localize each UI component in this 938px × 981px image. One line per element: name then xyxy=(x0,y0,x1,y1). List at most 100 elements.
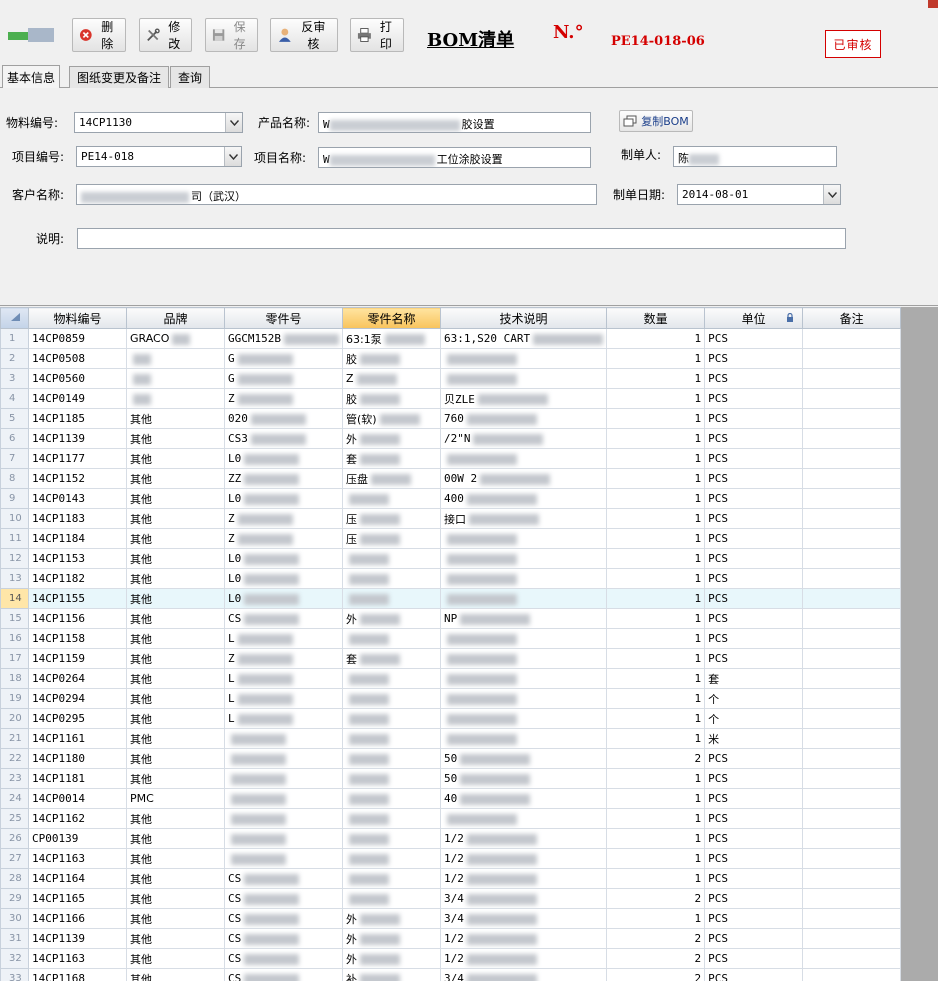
row-number[interactable]: 14 xyxy=(0,588,29,609)
table-row[interactable]: 19 14CP0294 其他 L 1 个 xyxy=(0,688,902,709)
cell-unit[interactable]: PCS xyxy=(704,468,804,489)
copy-bom-button[interactable]: 复制BOM xyxy=(619,110,693,132)
cell-tech[interactable]: 1/2 xyxy=(439,828,608,849)
row-number[interactable]: 23 xyxy=(0,768,29,789)
cell-remark[interactable] xyxy=(802,608,902,629)
cell-code[interactable]: 14CP0295 xyxy=(28,708,127,729)
cell-remark[interactable] xyxy=(802,828,902,849)
col-header-part-name[interactable]: 零件名称 xyxy=(341,307,441,329)
cell-qty[interactable]: 2 xyxy=(606,968,706,981)
table-row[interactable]: 1 14CP0859 GRACO GGCM152B 63:1泵 63:1,S20 CART… xyxy=(0,328,902,349)
cell-name[interactable] xyxy=(341,688,441,709)
cell-remark[interactable] xyxy=(802,928,902,949)
col-header-tech-spec[interactable]: 技术说明 xyxy=(439,307,608,329)
cell-name[interactable] xyxy=(341,768,441,789)
table-row[interactable]: 4 14CP0149 Z 胶贝ZLE 1 PCS xyxy=(0,388,902,409)
col-header-brand[interactable]: 品牌 xyxy=(126,307,225,329)
cell-qty[interactable]: 1 xyxy=(606,448,706,469)
cell-part[interactable]: L xyxy=(224,688,343,709)
cell-qty[interactable]: 2 xyxy=(606,748,706,769)
row-number[interactable]: 2 xyxy=(0,348,29,369)
row-number[interactable]: 30 xyxy=(0,908,29,929)
row-number[interactable]: 28 xyxy=(0,868,29,889)
cell-qty[interactable]: 1 xyxy=(606,808,706,829)
cell-remark[interactable] xyxy=(802,748,902,769)
table-row[interactable]: 9 14CP0143 其他 L0 400 1 PCS xyxy=(0,488,902,509)
cell-part[interactable]: L0 xyxy=(224,568,343,589)
cell-part[interactable] xyxy=(224,728,343,749)
cell-tech[interactable] xyxy=(439,628,608,649)
cell-tech[interactable] xyxy=(439,688,608,709)
table-row[interactable]: 6 14CP1139 其他 CS3 外/2"N 1 PCS xyxy=(0,428,902,449)
cell-code[interactable]: 14CP1156 xyxy=(28,608,127,629)
col-header-quantity[interactable]: 数量 xyxy=(606,307,706,329)
cell-remark[interactable] xyxy=(802,848,902,869)
chevron-down-icon[interactable] xyxy=(823,185,840,204)
cell-brand[interactable]: 其他 xyxy=(126,728,225,749)
cell-code[interactable]: 14CP1158 xyxy=(28,628,127,649)
cell-unit[interactable]: 套 xyxy=(704,668,804,689)
cell-qty[interactable]: 1 xyxy=(606,868,706,889)
cell-qty[interactable]: 1 xyxy=(606,468,706,489)
cell-code[interactable]: 14CP1185 xyxy=(28,408,127,429)
row-number[interactable]: 19 xyxy=(0,688,29,709)
cell-name[interactable] xyxy=(341,488,441,509)
cell-brand[interactable]: PMC xyxy=(126,788,225,809)
cell-tech[interactable] xyxy=(439,708,608,729)
cell-unit[interactable]: PCS xyxy=(704,968,804,981)
cell-name[interactable]: 外 xyxy=(341,948,441,969)
cell-unit[interactable]: PCS xyxy=(704,628,804,649)
grid-corner[interactable] xyxy=(0,307,29,329)
cell-name[interactable]: 外 xyxy=(341,908,441,929)
cell-unit[interactable]: PCS xyxy=(704,388,804,409)
cell-qty[interactable]: 2 xyxy=(606,948,706,969)
cell-remark[interactable] xyxy=(802,548,902,569)
cell-brand[interactable]: 其他 xyxy=(126,528,225,549)
table-row[interactable]: 21 14CP1161 其他 1 米 xyxy=(0,728,902,749)
cell-brand[interactable]: 其他 xyxy=(126,908,225,929)
cell-tech[interactable]: 50 xyxy=(439,768,608,789)
cell-name[interactable] xyxy=(341,628,441,649)
cell-tech[interactable] xyxy=(439,368,608,389)
cell-part[interactable]: CS xyxy=(224,888,343,909)
cell-name[interactable] xyxy=(341,868,441,889)
cell-tech[interactable]: 760 xyxy=(439,408,608,429)
cell-name[interactable]: 63:1泵 xyxy=(341,328,441,349)
cell-remark[interactable] xyxy=(802,628,902,649)
remark-field[interactable] xyxy=(77,228,846,249)
col-header-part-no[interactable]: 零件号 xyxy=(224,307,343,329)
row-number[interactable]: 5 xyxy=(0,408,29,429)
table-row[interactable]: 33 14CP1168 其他 CS 补 3/4 2 PCS xyxy=(0,968,902,981)
cell-brand[interactable]: 其他 xyxy=(126,608,225,629)
cell-remark[interactable] xyxy=(802,328,902,349)
cell-part[interactable]: CS xyxy=(224,968,343,981)
cell-brand[interactable] xyxy=(126,388,225,409)
cell-code[interactable]: 14CP1139 xyxy=(28,428,127,449)
cell-name[interactable]: 胶 xyxy=(341,348,441,369)
cell-qty[interactable]: 1 xyxy=(606,408,706,429)
cell-qty[interactable]: 1 xyxy=(606,388,706,409)
cell-name[interactable] xyxy=(341,888,441,909)
cell-name[interactable]: 套 xyxy=(341,648,441,669)
cell-remark[interactable] xyxy=(802,768,902,789)
cell-name[interactable] xyxy=(341,568,441,589)
cell-unit[interactable]: PCS xyxy=(704,868,804,889)
cell-unit[interactable]: PCS xyxy=(704,788,804,809)
cell-part[interactable]: L xyxy=(224,708,343,729)
cell-code[interactable]: 14CP1152 xyxy=(28,468,127,489)
tab-basic-info[interactable]: 基本信息 xyxy=(2,65,60,88)
cell-name[interactable]: 压 xyxy=(341,528,441,549)
table-row[interactable]: 28 14CP1164 其他 CS 1/2 1 PCS xyxy=(0,868,902,889)
table-row[interactable]: 7 14CP1177 其他 L0 套 1 PCS xyxy=(0,448,902,469)
cell-code[interactable]: 14CP1139 xyxy=(28,928,127,949)
table-row[interactable]: 22 14CP1180 其他 50 2 PCS xyxy=(0,748,902,769)
cell-part[interactable]: L0 xyxy=(224,548,343,569)
cell-tech[interactable] xyxy=(439,588,608,609)
cell-part[interactable]: Z xyxy=(224,508,343,529)
table-row[interactable]: 13 14CP1182 其他 L0 1 PCS xyxy=(0,568,902,589)
cell-qty[interactable]: 1 xyxy=(606,348,706,369)
cell-unit[interactable]: 个 xyxy=(704,708,804,729)
cell-name[interactable]: 外 xyxy=(341,428,441,449)
cell-code[interactable]: 14CP1155 xyxy=(28,588,127,609)
table-row[interactable]: 24 14CP0014 PMC 40 1 PCS xyxy=(0,788,902,809)
